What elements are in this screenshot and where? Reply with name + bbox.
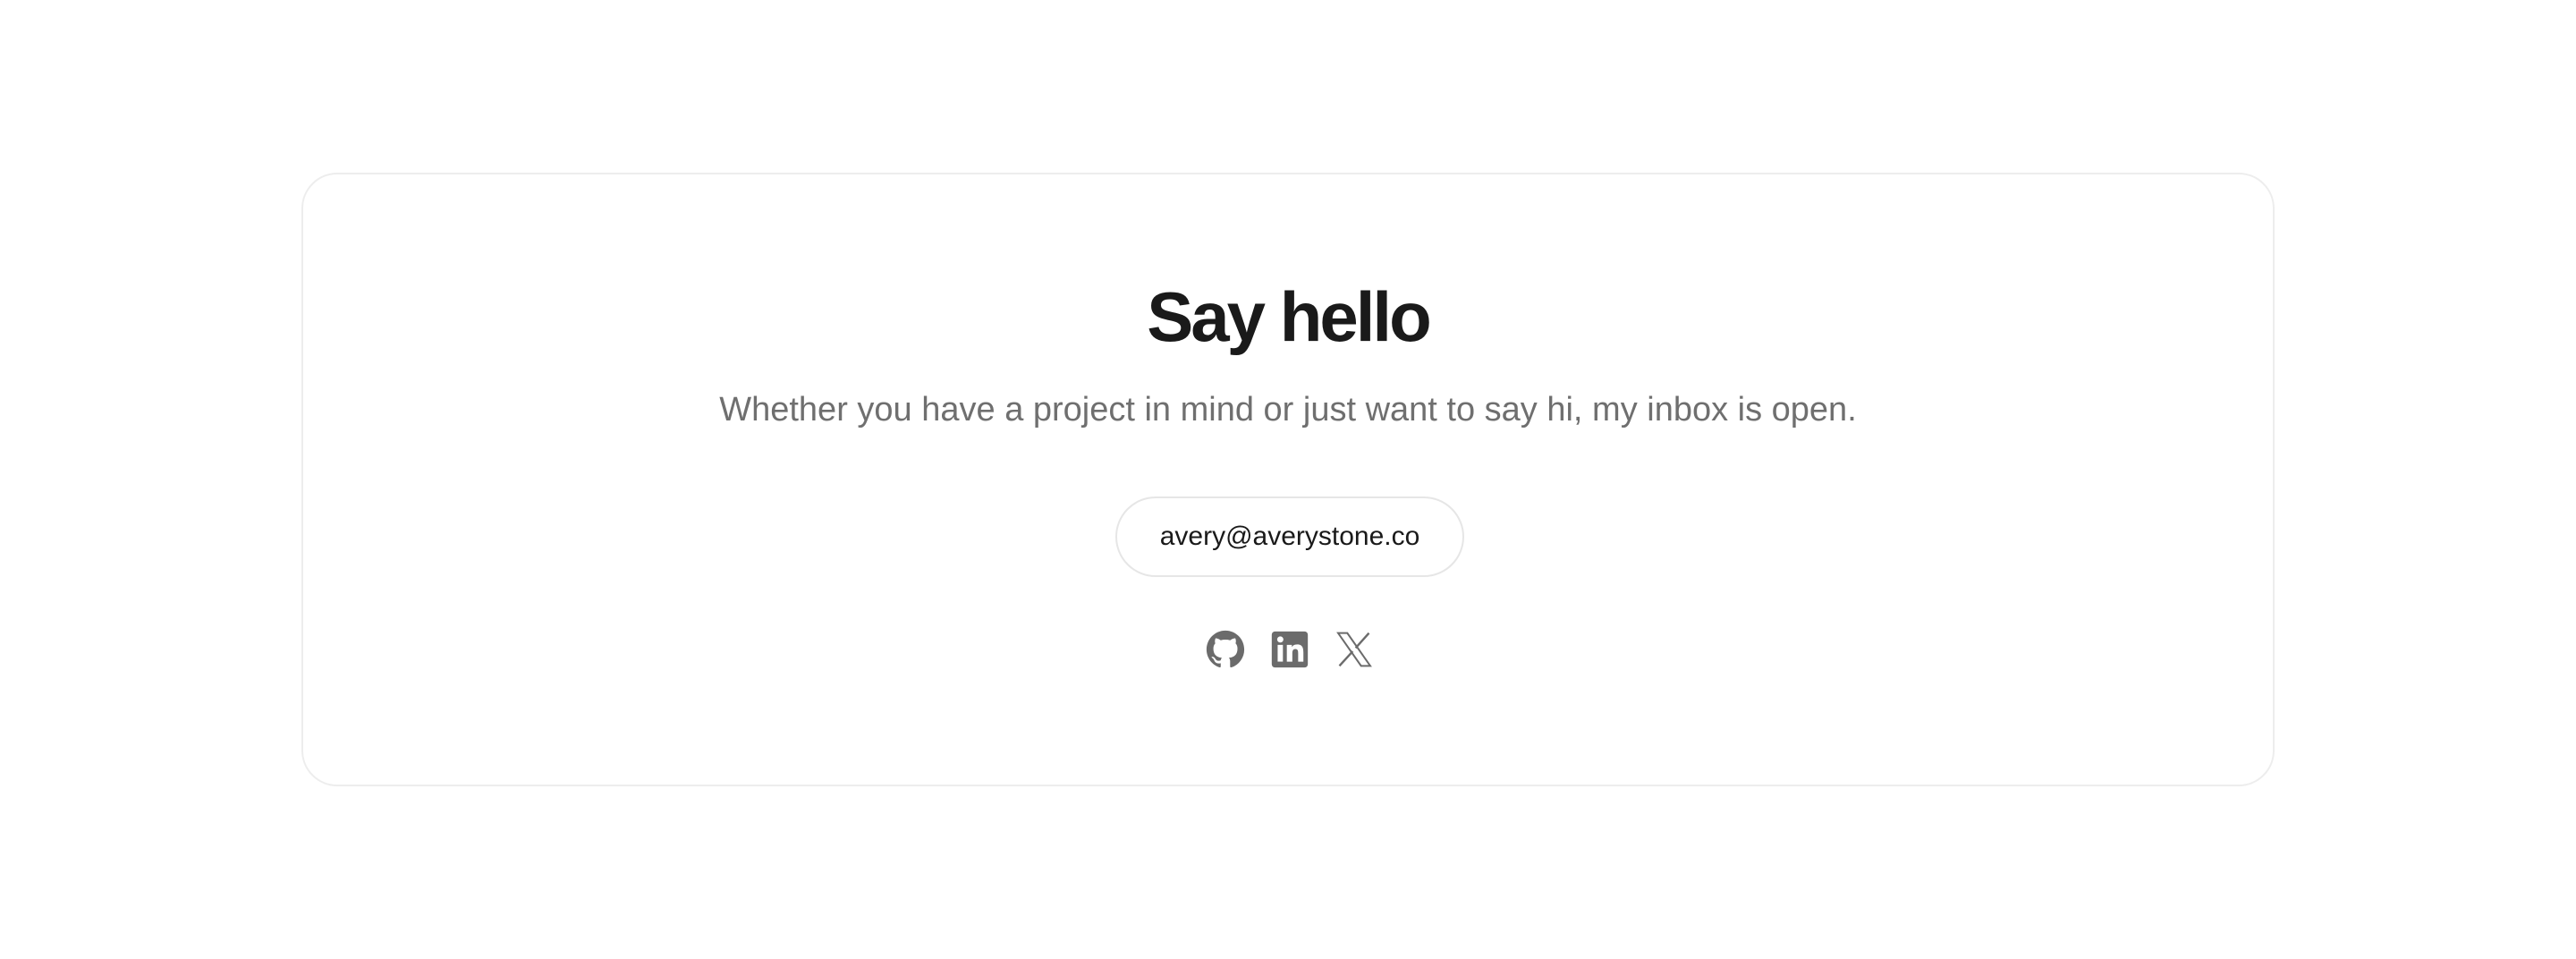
linkedin-icon <box>1271 631 1309 668</box>
github-link[interactable] <box>1205 629 1246 670</box>
social-links <box>303 629 2273 672</box>
contact-page: Say hello Whether you have a project in … <box>0 0 2576 959</box>
email-button[interactable]: avery@averystone.co <box>1115 496 1464 577</box>
x-link[interactable] <box>1334 629 1375 670</box>
section-title: Say hello <box>1147 277 1431 356</box>
section-subtitle: Whether you have a project in mind or ju… <box>719 391 1857 429</box>
github-icon <box>1206 630 1245 668</box>
contact-card: Say hello Whether you have a project in … <box>301 173 2275 786</box>
linkedin-link[interactable] <box>1269 629 1310 670</box>
x-icon <box>1336 632 1372 667</box>
email-label: avery@averystone.co <box>1159 522 1420 551</box>
